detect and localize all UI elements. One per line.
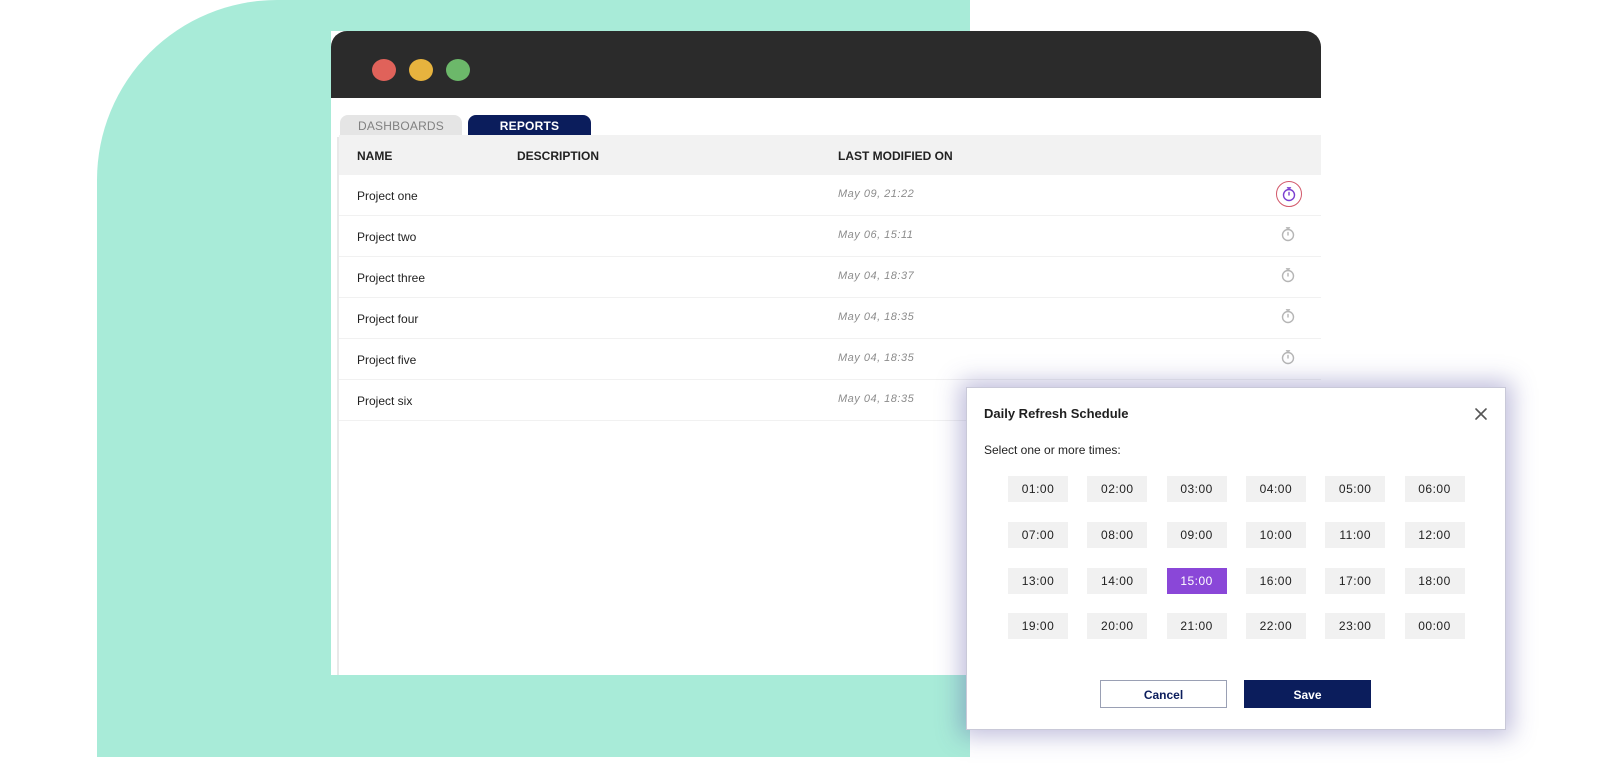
table-row[interactable]: Project four May 04, 18:35: [339, 298, 1321, 339]
time-slot-0400[interactable]: 04:00: [1245, 476, 1306, 502]
time-slot-2200[interactable]: 22:00: [1245, 613, 1306, 640]
row-name: Project three: [357, 271, 426, 285]
window-close-button[interactable]: [372, 59, 396, 81]
time-slot-0800[interactable]: 08:00: [1087, 521, 1148, 548]
time-slot-2300[interactable]: 23:00: [1325, 613, 1386, 640]
stopwatch-icon[interactable]: [1280, 349, 1300, 369]
window-maximize-button[interactable]: [446, 59, 470, 81]
row-name: Project four: [357, 312, 419, 326]
title-bar: [331, 31, 1321, 98]
tab-reports[interactable]: REPORTS: [468, 115, 591, 137]
tab-dashboards[interactable]: DASHBOARDS: [340, 115, 462, 137]
stopwatch-icon[interactable]: [1276, 181, 1302, 207]
row-last-modified: May 06, 15:11: [838, 229, 914, 241]
cancel-button[interactable]: Cancel: [1100, 680, 1227, 708]
table-row[interactable]: Project one May 09, 21:22: [339, 175, 1321, 216]
time-slot-0900[interactable]: 09:00: [1166, 521, 1227, 548]
stopwatch-icon[interactable]: [1280, 267, 1300, 287]
time-slot-1100[interactable]: 11:00: [1325, 521, 1386, 548]
save-button[interactable]: Save: [1244, 680, 1371, 708]
close-icon[interactable]: [1471, 404, 1491, 424]
time-slot-1000[interactable]: 10:00: [1245, 521, 1306, 548]
header-description: DESCRIPTION: [517, 149, 600, 163]
table-body: Project one May 09, 21:22 Project two May 0…: [339, 175, 1321, 421]
row-last-modified: May 04, 18:35: [838, 311, 915, 323]
time-slot-0100[interactable]: 01:00: [1008, 476, 1068, 502]
header-name: NAME: [357, 149, 393, 163]
time-slot-1300[interactable]: 13:00: [1008, 567, 1068, 594]
table-row[interactable]: Project three May 04, 18:37: [339, 257, 1321, 298]
time-slot-2000[interactable]: 20:00: [1087, 613, 1148, 640]
row-last-modified: May 04, 18:35: [838, 393, 915, 405]
time-slot-0000[interactable]: 00:00: [1404, 613, 1465, 640]
time-slot-0200[interactable]: 02:00: [1087, 476, 1148, 502]
time-slot-1800[interactable]: 18:00: [1404, 567, 1465, 594]
dialog-subtitle: Select one or more times:: [984, 443, 1121, 457]
row-name: Project two: [357, 230, 417, 244]
row-last-modified: May 04, 18:37: [838, 270, 915, 282]
time-slot-0500[interactable]: 05:00: [1325, 476, 1386, 502]
stopwatch-icon[interactable]: [1280, 226, 1300, 246]
reports-table: NAME DESCRIPTION LAST MODIFIED ON Projec…: [339, 135, 1321, 421]
time-slot-1900[interactable]: 19:00: [1008, 613, 1068, 640]
refresh-schedule-dialog: Daily Refresh Schedule Select one or mor…: [966, 387, 1506, 730]
time-slot-1200[interactable]: 12:00: [1404, 521, 1465, 548]
row-name: Project five: [357, 353, 417, 367]
table-header: NAME DESCRIPTION LAST MODIFIED ON: [339, 135, 1321, 175]
row-last-modified: May 09, 21:22: [838, 188, 915, 200]
time-slot-0700[interactable]: 07:00: [1008, 521, 1068, 548]
time-slot-1600[interactable]: 16:00: [1245, 567, 1306, 594]
stopwatch-icon[interactable]: [1280, 308, 1300, 328]
time-slot-0600[interactable]: 06:00: [1404, 476, 1465, 502]
table-row[interactable]: Project two May 06, 15:11: [339, 216, 1321, 257]
time-slot-2100[interactable]: 21:00: [1166, 613, 1227, 640]
time-slot-1400[interactable]: 14:00: [1087, 567, 1148, 594]
time-slot-1500[interactable]: 15:00: [1166, 567, 1227, 594]
time-slot-0300[interactable]: 03:00: [1166, 476, 1227, 502]
table-row[interactable]: Project five May 04, 18:35: [339, 339, 1321, 380]
row-last-modified: May 04, 18:35: [838, 352, 915, 364]
row-name: Project six: [357, 394, 413, 408]
time-slot-1700[interactable]: 17:00: [1325, 567, 1386, 594]
header-last-modified: LAST MODIFIED ON: [838, 149, 953, 163]
row-name: Project one: [357, 189, 418, 203]
dialog-title: Daily Refresh Schedule: [984, 406, 1129, 421]
window-minimize-button[interactable]: [409, 59, 433, 81]
